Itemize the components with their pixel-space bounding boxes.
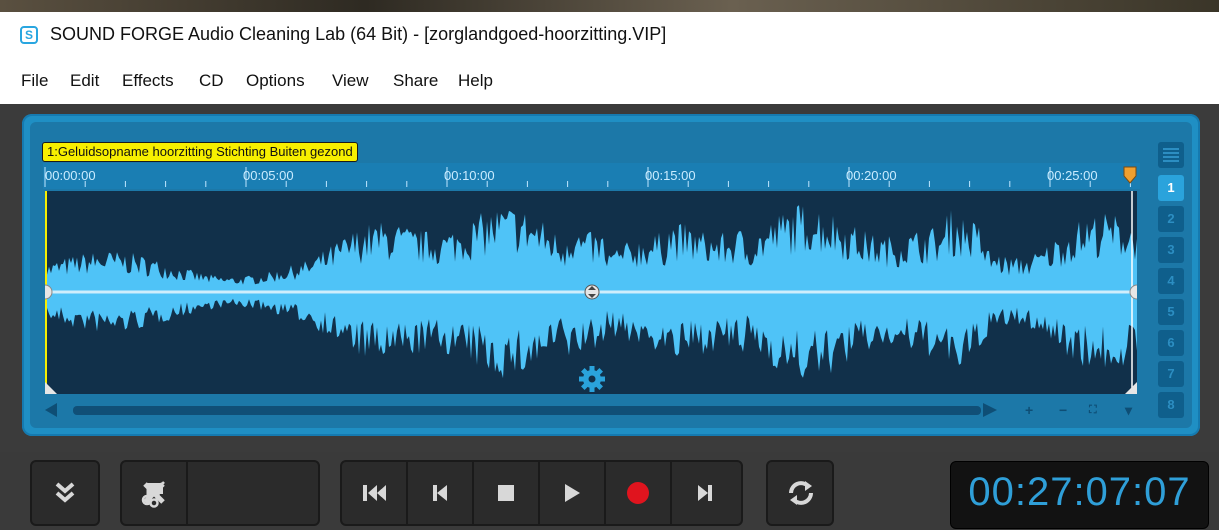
loop-button[interactable] [768, 462, 834, 524]
skip-to-start-icon [363, 485, 386, 501]
track-4-button[interactable]: 4 [1158, 268, 1184, 294]
edit-group [120, 460, 320, 526]
fade-out-handle-icon[interactable] [1125, 382, 1137, 394]
scroll-left-arrow-icon[interactable] [45, 403, 57, 417]
track-list-icon[interactable] [1158, 142, 1184, 168]
menu-effects[interactable]: Effects [122, 71, 174, 91]
double-chevron-down-icon [55, 482, 75, 503]
play-button[interactable] [540, 462, 606, 524]
menu-view[interactable]: View [332, 71, 369, 91]
track-6-button[interactable]: 6 [1158, 330, 1184, 356]
ruler-label: 00:15:00 [645, 168, 696, 183]
previous-button[interactable] [408, 462, 474, 524]
track-2-button[interactable]: 2 [1158, 206, 1184, 232]
collapse-button[interactable] [32, 462, 98, 524]
ruler-label: 00:20:00 [846, 168, 897, 183]
track-1-button[interactable]: 1 [1158, 175, 1184, 201]
time-ruler[interactable]: 00:00:00 00:05:00 00:10:00 00:15:00 00:2… [43, 163, 1140, 189]
loop-group [766, 460, 834, 526]
waveform-view[interactable] [45, 191, 1137, 394]
scroll-thumb[interactable] [73, 406, 981, 415]
zoom-fit-button[interactable]: ⛶ [1089, 404, 1097, 417]
menu-share[interactable]: Share [393, 71, 438, 91]
marker-button[interactable] [122, 462, 188, 524]
record-icon [627, 482, 649, 504]
zoom-out-button[interactable]: − [1059, 402, 1067, 418]
time-display: 00:27:07:07 [950, 461, 1209, 529]
rewind-to-start-button[interactable] [342, 462, 408, 524]
stop-icon [498, 485, 514, 501]
record-button[interactable] [606, 462, 672, 524]
play-icon [565, 484, 580, 502]
next-button[interactable] [672, 462, 738, 524]
window-title: SOUND FORGE Audio Cleaning Lab (64 Bit) … [50, 24, 667, 44]
menu-bar: File Edit Effects CD Options View Share … [0, 58, 1219, 104]
scroll-menu-button[interactable]: ▾ [1125, 402, 1132, 419]
horizontal-scrollbar[interactable]: + − ⛶ ▾ [45, 401, 1140, 419]
volume-center-handle[interactable] [584, 284, 600, 300]
previous-icon [433, 485, 447, 501]
sound-forge-icon: S [20, 26, 38, 44]
end-marker-icon[interactable] [1123, 166, 1137, 184]
time-counter: 00:27:07:07 [968, 470, 1191, 514]
track-5-button[interactable]: 5 [1158, 299, 1184, 325]
menu-cd[interactable]: CD [199, 71, 224, 91]
ruler-label: 00:25:00 [1047, 168, 1098, 183]
title-bar: S SOUND FORGE Audio Cleaning Lab (64 Bit… [0, 12, 1219, 58]
window-backdrop [0, 0, 1219, 12]
playback-group [340, 460, 743, 526]
view-group [30, 460, 100, 526]
clip-label[interactable]: 1:Geluidsopname hoorzitting Stichting Bu… [42, 142, 358, 162]
scroll-right-arrow-icon[interactable] [983, 403, 997, 417]
menu-edit[interactable]: Edit [70, 71, 99, 91]
menu-help[interactable]: Help [458, 71, 493, 91]
menu-file[interactable]: File [21, 71, 48, 91]
ruler-ticks [44, 167, 1131, 187]
loop-icon [789, 481, 813, 505]
track-selector: 1 2 3 4 5 6 7 8 [1158, 142, 1186, 424]
menu-options[interactable]: Options [246, 71, 305, 91]
waveform [45, 191, 1137, 394]
ruler-label: 00:10:00 [444, 168, 495, 183]
stop-button[interactable] [474, 462, 540, 524]
next-icon [698, 485, 712, 501]
flag-icon [146, 483, 163, 504]
ruler-label: 00:00:00 [45, 168, 96, 183]
track-7-button[interactable]: 7 [1158, 361, 1184, 387]
zoom-in-button[interactable]: + [1025, 402, 1033, 418]
track-8-button[interactable]: 8 [1158, 392, 1184, 418]
gear-icon[interactable] [579, 366, 605, 392]
track-3-button[interactable]: 3 [1158, 237, 1184, 263]
ruler-label: 00:05:00 [243, 168, 294, 183]
